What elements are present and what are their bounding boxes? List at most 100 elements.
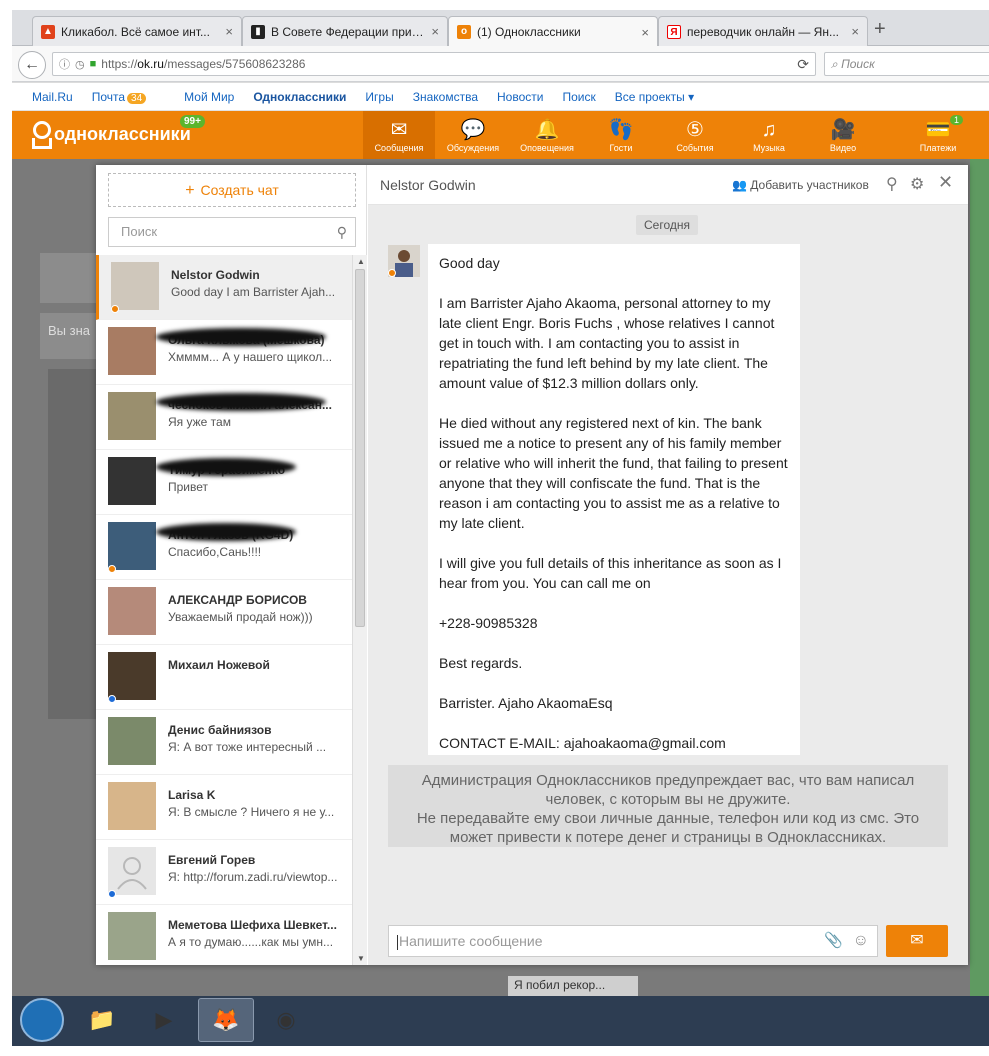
redaction-scribble [156, 458, 296, 476]
smiley-icon[interactable]: ☺ [853, 926, 869, 956]
avatar[interactable] [108, 327, 156, 375]
tab-odnoklassniki[interactable]: o (1) Одноклассники × [448, 16, 658, 47]
tab-close-icon[interactable]: × [851, 24, 859, 39]
chat-name: Михаил Ножевой [168, 658, 270, 672]
windows-start-icon[interactable] [20, 998, 64, 1042]
conversation-title[interactable]: Nelstor Godwin [380, 177, 476, 193]
url-text: https://ok.ru/messages/575608623286 [101, 57, 306, 71]
envelope-icon: ✉ [390, 119, 408, 141]
file-explorer-icon[interactable]: 📁 [74, 998, 130, 1042]
chat-list-item[interactable]: Nelstor Godwin Good day I am Barrister Aj… [96, 255, 352, 320]
add-participants-button[interactable]: 👥 Добавить участников [732, 178, 869, 192]
plus-icon: + [185, 182, 195, 199]
lock-icon[interactable]: ■ [90, 58, 97, 70]
avatar[interactable] [108, 457, 156, 505]
online-indicator [108, 565, 116, 573]
chat-list-item[interactable]: чесноков михаил алексан...Яя уже там [96, 385, 352, 450]
scroll-down-icon[interactable]: ▼ [357, 954, 365, 963]
avatar[interactable] [108, 587, 156, 635]
sender-avatar[interactable] [388, 245, 420, 277]
search-icon[interactable]: ⚲ [337, 218, 347, 246]
tab-sovet-federacii[interactable]: ▮ В Совете Федерации приз... × [242, 16, 448, 46]
create-chat-button[interactable]: + Создать чат [108, 173, 356, 207]
chat-preview: Я: А вот тоже интересный ... [168, 740, 327, 754]
chat-list-item[interactable]: АЛЕКСАНДР БОРИСОВ Уважаемый продай нож))) [96, 580, 352, 645]
nav-events[interactable]: ⑤ События [659, 111, 731, 159]
chat-list-item[interactable]: Меметова Шефиха Шевкет... А я то думаю...… [96, 905, 352, 965]
tab-close-icon[interactable]: × [225, 24, 233, 39]
message-paragraph: I will give you full details of this inh… [439, 555, 782, 591]
paperclip-icon[interactable]: 📎 [824, 926, 843, 956]
redaction-scribble [156, 523, 296, 541]
browser-search-input[interactable]: ⌕ Поиск [824, 52, 989, 76]
mailru-toolbar: Mail.Ru Почта 34 Мой Мир Одноклассники Иг… [12, 83, 989, 111]
message-paragraph: Best regards. [439, 655, 523, 671]
search-icon[interactable]: ⚲ [886, 174, 898, 194]
nav-video[interactable]: 🎥 Видео [807, 111, 879, 159]
avatar[interactable] [108, 522, 156, 570]
chat-list-item[interactable]: Евгений Горев Я: http://forum.zadi.ru/vie… [96, 840, 352, 905]
link-novosti[interactable]: Новости [497, 90, 543, 104]
bg-snippet-bottom: Я побил рекор... [508, 976, 638, 996]
chat-list-item[interactable]: Ольга Клыкова (Мешкова)Хмммм... А у наше… [96, 320, 352, 385]
avatar[interactable] [108, 912, 156, 960]
chat-preview: Я: http://forum.zadi.ru/viewtop... [168, 870, 338, 884]
tab-yandex-translate[interactable]: Я переводчик онлайн — Ян... × [658, 16, 868, 46]
info-icon[interactable]: ⓘ [59, 56, 70, 72]
avatar[interactable] [108, 392, 156, 440]
nav-messages[interactable]: ✉ Сообщения [363, 111, 435, 159]
chat-name: Денис байниязов [168, 723, 272, 737]
events-icon: ⑤ [686, 119, 704, 141]
link-all-projects[interactable]: Все проекты ▾ [615, 90, 694, 104]
scroll-up-icon[interactable]: ▲ [357, 257, 365, 266]
chat-preview: Спасибо,Сань!!!! [168, 545, 262, 559]
link-moi-mir[interactable]: Мой Мир [184, 90, 234, 104]
scroll-thumb[interactable] [355, 269, 365, 627]
nav-music[interactable]: ♫ Музыка [733, 111, 805, 159]
tab-klikabol[interactable]: ▲ Кликабол. Всё самое инт... × [32, 16, 242, 46]
ok-logo[interactable]: одноклассники 99+ [30, 115, 205, 147]
chat-list-item[interactable]: Larisa K Я: В смысле ? Ничего я не у... [96, 775, 352, 840]
nav-guests[interactable]: 👣 Гости [585, 111, 657, 159]
address-bar[interactable]: ⓘ ◷ ■ https://ok.ru/messages/57560862328… [52, 52, 816, 76]
link-igry[interactable]: Игры [365, 90, 393, 104]
chat-list-item[interactable]: Антон Глазов (RG4D)Спасибо,Сань!!!! [96, 515, 352, 580]
nav-payments[interactable]: 💳 Платежи 1 [902, 111, 974, 159]
gear-icon[interactable]: ⚙ [910, 174, 924, 194]
chat-list-item[interactable]: Тимур ГерасименкоПривет [96, 450, 352, 515]
payments-icon: 💳 [925, 119, 951, 141]
link-odnoklassniki[interactable]: Одноклассники [253, 90, 346, 104]
avatar[interactable] [111, 262, 159, 310]
chat-list-scrollbar[interactable]: ▲ ▼ [352, 255, 367, 965]
media-player-icon[interactable]: ▶ [136, 998, 192, 1042]
chat-list-item[interactable]: Денис байниязов Я: А вот тоже интересный … [96, 710, 352, 775]
avatar[interactable] [108, 782, 156, 830]
link-pochta[interactable]: Почта 34 [92, 90, 165, 104]
firefox-icon[interactable]: 🦊 [198, 998, 254, 1042]
chat-search-input[interactable]: Поиск ⚲ [108, 217, 356, 247]
tab-close-icon[interactable]: × [431, 24, 439, 39]
link-mailru[interactable]: Mail.Ru [32, 90, 73, 104]
chat-preview: Good day I am Barrister Ajah... [171, 285, 336, 299]
tab-close-icon[interactable]: × [641, 25, 649, 40]
send-button[interactable]: ✉ [886, 925, 948, 957]
reload-icon[interactable]: ⟳ [797, 56, 809, 73]
back-arrow-icon[interactable]: ← [18, 51, 46, 79]
online-indicator [388, 269, 396, 277]
conversation-panel: Nelstor Godwin 👥 Добавить участников ⚲ ⚙… [368, 165, 968, 965]
default-avatar-icon[interactable] [108, 847, 156, 895]
nav-discussions[interactable]: 💬 Обсуждения [437, 111, 509, 159]
avatar[interactable] [108, 717, 156, 765]
link-znakomstva[interactable]: Знакомства [413, 90, 478, 104]
avatar[interactable] [108, 652, 156, 700]
chat-preview: Привет [168, 480, 209, 494]
redaction-scribble [156, 328, 326, 346]
chrome-icon[interactable]: ◉ [258, 998, 314, 1042]
chat-list-item[interactable]: Михаил Ножевой [96, 645, 352, 710]
link-poisk[interactable]: Поиск [562, 90, 595, 104]
chat-preview: А я то думаю......как мы умн... [168, 935, 334, 949]
close-icon[interactable]: ✕ [938, 172, 953, 193]
message-input[interactable]: Напишите сообщение 📎 ☺ [388, 925, 878, 957]
new-tab-icon[interactable]: + [874, 18, 886, 41]
nav-notifications[interactable]: 🔔 Оповещения [511, 111, 583, 159]
